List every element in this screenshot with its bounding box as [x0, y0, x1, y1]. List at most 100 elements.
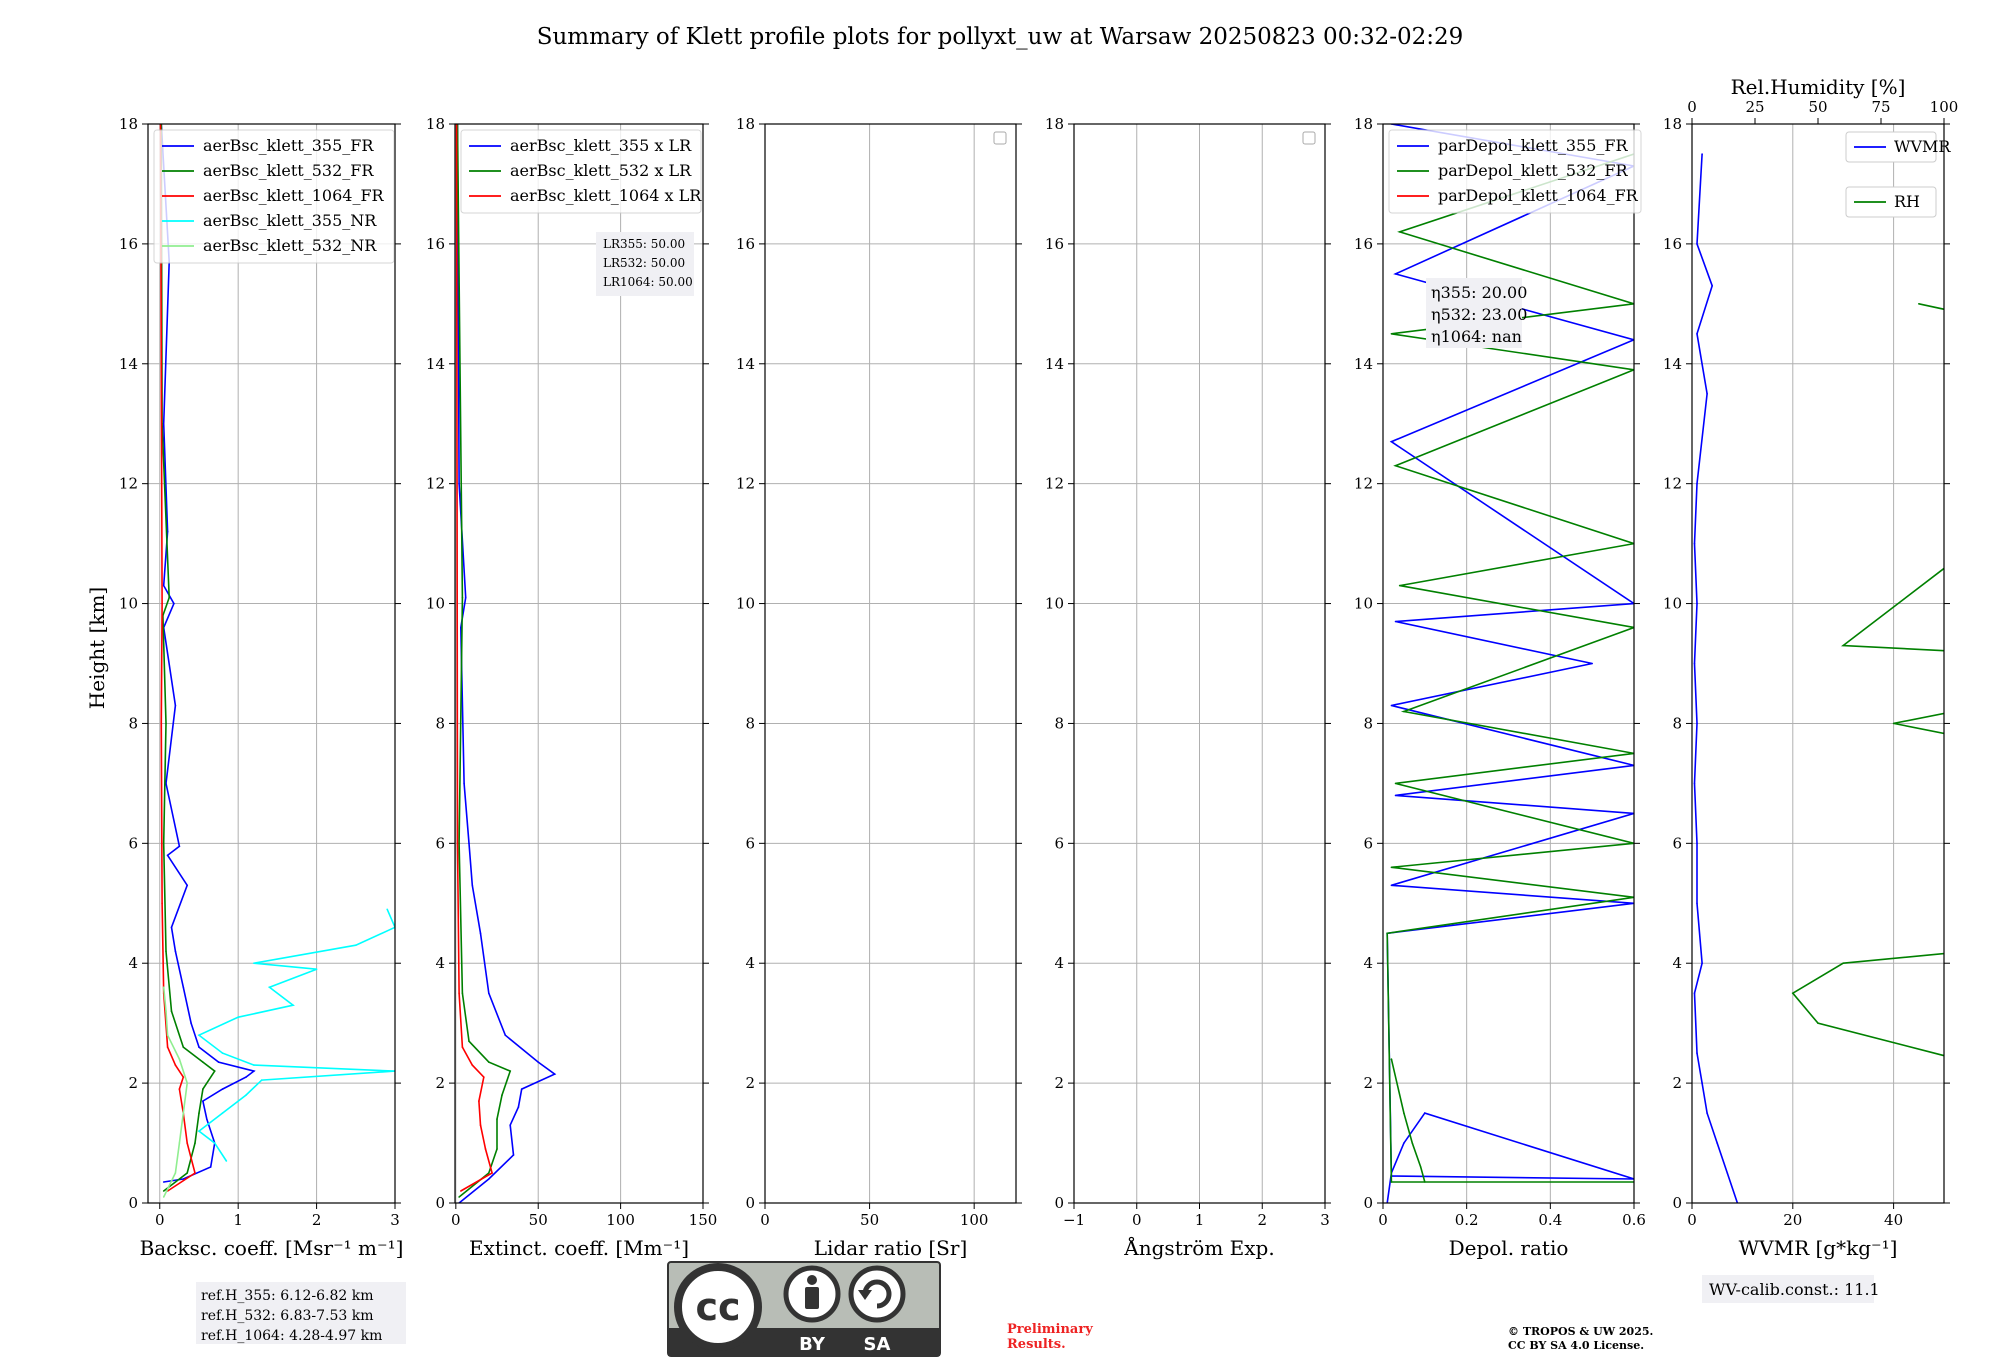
- data-point: [1842, 644, 1844, 647]
- legend-label: RH: [1894, 192, 1920, 211]
- annotation-text: ref.H_355: 6.12-6.82 km ref.H_532: 6.83-7…: [201, 1288, 382, 1344]
- data-point: [170, 1010, 173, 1012]
- y-tick-label: 0: [1672, 1194, 1682, 1212]
- top-x-tick-label: 25: [1745, 98, 1764, 116]
- y-tick-label: 14: [119, 355, 138, 373]
- data-point: [1693, 782, 1696, 785]
- y-tick-label: 0: [1363, 1194, 1373, 1212]
- y-tick-label: 12: [426, 475, 445, 493]
- data-point: [355, 944, 357, 946]
- data-point: [1968, 950, 1970, 952]
- y-tick-label: 4: [128, 954, 138, 972]
- preliminary-note-line2: Results.: [1007, 1337, 1066, 1352]
- data-point: [1696, 1052, 1698, 1054]
- data-point: [1726, 1172, 1729, 1174]
- data-point: [198, 1112, 200, 1114]
- data-point: [1394, 794, 1397, 797]
- cc-by-sa-license-badge: cc BY SA: [667, 1261, 941, 1357]
- data-point: [468, 1040, 470, 1042]
- y-tick-label: 4: [745, 954, 755, 972]
- data-point: [165, 722, 167, 725]
- data-point: [1390, 333, 1393, 335]
- data-point: [225, 1160, 228, 1162]
- data-point: [315, 968, 318, 970]
- x-tick-label: 50: [529, 1211, 548, 1229]
- legend-label: WVMR: [1894, 137, 1951, 156]
- data-point: [1390, 866, 1393, 869]
- data-point: [178, 845, 181, 848]
- data-point: [174, 1172, 177, 1174]
- figure-title: Summary of Klett profile plots for polly…: [537, 24, 1464, 50]
- y-tick-label: 4: [1363, 954, 1373, 972]
- panel-3: 0 50 100 0 2 4 6 8 10 12 14 16 18 Lidar ratio [Sr]: [736, 115, 1022, 1260]
- data-point: [386, 908, 389, 911]
- data-point: [520, 1088, 523, 1090]
- data-point: [178, 1142, 181, 1144]
- data-point: [1419, 1166, 1422, 1168]
- y-tick-label: 2: [1363, 1074, 1373, 1092]
- data-point: [488, 992, 490, 994]
- data-point: [221, 1112, 224, 1114]
- series-line-aerBsc_klett_355_NR: [197, 908, 395, 1162]
- y-tick-label: 16: [119, 235, 138, 253]
- y-tick-label: 8: [1672, 714, 1682, 732]
- data-point: [166, 854, 169, 857]
- data-point: [1711, 285, 1713, 287]
- data-point: [165, 1010, 167, 1012]
- data-point: [1792, 992, 1794, 994]
- y-tick-label: 10: [1663, 595, 1682, 613]
- data-point: [1693, 662, 1696, 665]
- data-point: [166, 1034, 169, 1036]
- data-point: [1696, 842, 1698, 845]
- data-point: [1394, 620, 1397, 623]
- data-point: [178, 1088, 181, 1090]
- data-point: [471, 1064, 474, 1066]
- data-point: [479, 1124, 482, 1126]
- y-tick-label: 6: [128, 834, 138, 852]
- empty-legend-box: [1302, 131, 1316, 145]
- x-tick-label: −1: [1063, 1211, 1085, 1229]
- data-point: [260, 1079, 263, 1081]
- data-point: [161, 602, 163, 605]
- data-point: [162, 986, 165, 988]
- data-point: [1701, 153, 1703, 155]
- y-tick-label: 18: [1045, 115, 1064, 133]
- x-tick-label: 1: [233, 1211, 243, 1229]
- data-point: [162, 1196, 165, 1198]
- x-axis-label: Lidar ratio [Sr]: [814, 1236, 968, 1260]
- data-point: [1706, 1112, 1708, 1114]
- data-point: [463, 782, 465, 785]
- y-tick-label: 18: [1663, 115, 1682, 133]
- panel-1: 0 1 2 3024681012141618Backsc. coeff. [Msr⁻¹…: [119, 115, 403, 1260]
- data-point: [1398, 584, 1401, 587]
- y-tick-label: 2: [745, 1074, 755, 1092]
- data-point: [1424, 1112, 1426, 1114]
- data-point: [1403, 1142, 1405, 1144]
- y-tick-label: 18: [1354, 115, 1373, 133]
- annotation-text: WV-calib.const.: 11.1: [1709, 1280, 1880, 1299]
- data-point: [165, 950, 167, 952]
- y-tick-label: 4: [1054, 954, 1064, 972]
- data-point: [198, 1046, 200, 1048]
- y-tick-label: 14: [1354, 355, 1373, 373]
- y-tick-label: 10: [119, 595, 138, 613]
- y-tick-label: 14: [426, 355, 445, 373]
- data-point: [1390, 440, 1393, 443]
- secondary-x-axis-label: Rel.Humidity [%]: [1731, 75, 1906, 99]
- data-point: [1842, 962, 1844, 964]
- data-point: [221, 1088, 224, 1090]
- data-point: [460, 1190, 462, 1192]
- eta-info-box: η355: 20.00 η532: 23.00 η1064: nan: [1426, 278, 1527, 348]
- x-axis-label: WVMR [g*kg⁻¹]: [1739, 1236, 1898, 1260]
- y-tick-label: 8: [128, 714, 138, 732]
- data-point: [194, 1172, 196, 1174]
- data-point: [1390, 1181, 1393, 1183]
- data-point: [464, 596, 467, 599]
- data-point: [253, 1070, 255, 1072]
- data-point: [509, 1124, 512, 1126]
- x-tick-label: 0.6: [1622, 1211, 1646, 1229]
- data-point: [488, 1061, 490, 1063]
- x-tick-label: 0: [1378, 1211, 1388, 1229]
- legend-label: parDepol_klett_532_FR: [1438, 161, 1629, 180]
- data-point: [162, 584, 165, 587]
